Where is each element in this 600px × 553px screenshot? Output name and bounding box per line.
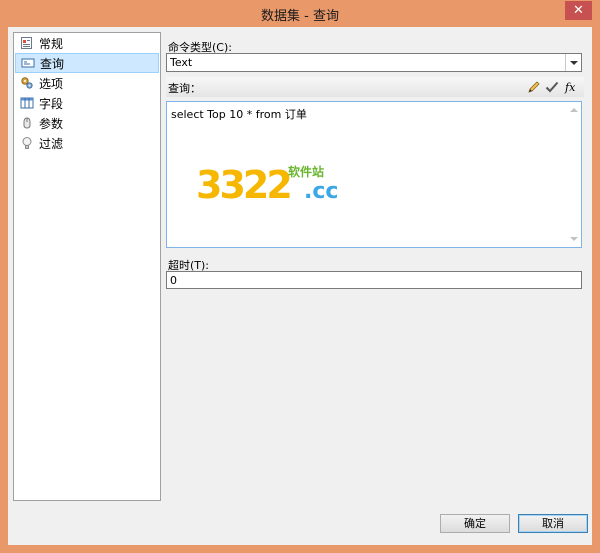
timeout-input[interactable]: 0: [166, 271, 582, 289]
options-icon: [21, 77, 33, 89]
window-title: 数据集 - 查询: [261, 9, 339, 24]
fields-icon: [20, 97, 34, 109]
command-type-select[interactable]: Text: [166, 53, 582, 72]
editor-scrollbar[interactable]: [566, 102, 581, 247]
nav-item-label: 选项: [39, 76, 64, 91]
filter-icon: [22, 137, 32, 149]
query-toolbar: [166, 77, 584, 97]
nav-item-label: 常规: [39, 36, 64, 51]
function-fx-icon[interactable]: fx: [564, 80, 578, 94]
nav-item-label: 参数: [39, 116, 64, 131]
cancel-button[interactable]: 取消: [518, 514, 588, 533]
timeout-value: 0: [170, 274, 177, 287]
nav-item-options[interactable]: 选项: [15, 73, 159, 93]
nav-item-query[interactable]: 查询: [15, 53, 159, 73]
nav-item-label: 查询: [40, 56, 65, 71]
scroll-up-arrow-icon[interactable]: [570, 108, 578, 112]
nav-item-label: 字段: [39, 96, 64, 111]
nav-list: 常规 查询 选项 字段 参数 过滤: [13, 32, 161, 501]
nav-item-fields[interactable]: 字段: [15, 93, 159, 113]
chevron-down-icon[interactable]: [565, 54, 581, 71]
nav-item-filter[interactable]: 过滤: [15, 133, 159, 153]
dialog-client-area: 常规 查询 选项 字段 参数 过滤 命令类型(C): Text 查询： fx s…: [8, 27, 592, 545]
parameters-icon: [23, 117, 31, 129]
title-bar[interactable]: 数据集 - 查询 ✕: [0, 0, 600, 26]
svg-text:fx: fx: [564, 81, 576, 94]
general-icon: [21, 37, 32, 49]
nav-item-label: 过滤: [39, 136, 64, 151]
watermark-site-name: 软件站: [288, 165, 325, 179]
scroll-down-arrow-icon[interactable]: [570, 237, 578, 241]
query-text[interactable]: select Top 10 * from 订单: [171, 106, 307, 122]
close-button[interactable]: ✕: [565, 1, 592, 20]
nav-item-general[interactable]: 常规: [15, 33, 159, 53]
query-icon: [21, 58, 35, 68]
pencil-icon[interactable]: [527, 80, 541, 94]
ok-button[interactable]: 确定: [440, 514, 510, 533]
watermark-suffix: .cc: [304, 179, 339, 204]
checkmark-icon[interactable]: [545, 80, 559, 94]
nav-item-parameters[interactable]: 参数: [15, 113, 159, 133]
query-label: 查询：: [168, 82, 201, 95]
dialog-window: 数据集 - 查询 ✕ 常规 查询 选项 字段 参数 过滤 命令类型(C): Te…: [0, 0, 600, 553]
watermark-logo: 3322 .cc 软件站: [196, 163, 346, 217]
watermark-digits: 3322: [196, 163, 293, 207]
command-type-value: Text: [170, 56, 193, 69]
